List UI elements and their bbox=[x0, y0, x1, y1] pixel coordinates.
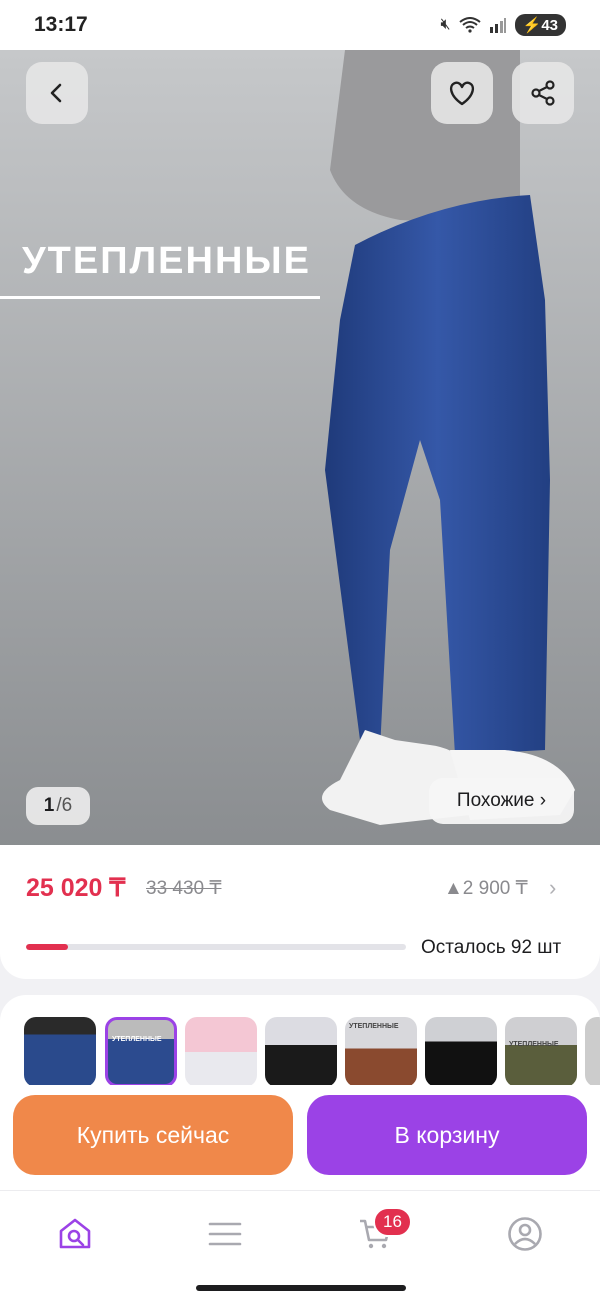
thumbnail[interactable] bbox=[425, 1017, 497, 1087]
buy-now-button[interactable]: Купить сейчас bbox=[13, 1095, 293, 1175]
chevron-left-icon bbox=[50, 83, 62, 103]
home-indicator bbox=[196, 1285, 406, 1291]
status-time: 13:17 bbox=[34, 13, 88, 36]
status-icons: 🔇︎ ⚡43 bbox=[441, 14, 566, 36]
status-bar: 13:17 🔇︎ ⚡43 bbox=[0, 0, 600, 50]
favorite-button[interactable] bbox=[431, 62, 493, 124]
tab-catalog[interactable] bbox=[195, 1209, 255, 1259]
tab-profile[interactable] bbox=[495, 1209, 555, 1259]
thumbnail[interactable] bbox=[265, 1017, 337, 1087]
mute-icon: 🔇︎ bbox=[440, 16, 451, 33]
battery-indicator: ⚡43 bbox=[514, 14, 566, 36]
share-button[interactable] bbox=[512, 62, 574, 124]
stock-remaining: Осталось 92 шт bbox=[421, 937, 562, 958]
tab-home[interactable] bbox=[45, 1209, 105, 1259]
image-total: /6 bbox=[56, 795, 73, 816]
promo-banner-text: УТЕПЛЕННЫЕ bbox=[22, 240, 311, 282]
thumbnail[interactable]: УТЕПЛЕННЫЕ bbox=[505, 1017, 577, 1087]
thumbnail-text: УТЕПЛЕННЫЕ bbox=[112, 1036, 162, 1043]
battery-level: 43 bbox=[541, 17, 558, 34]
thumbnail-selected[interactable]: УТЕПЛЕННЫЕ bbox=[105, 1017, 177, 1087]
wifi-icon bbox=[459, 17, 481, 33]
stock-progress-bar bbox=[26, 944, 406, 950]
purchase-actions: Купить сейчас В корзину bbox=[0, 1085, 600, 1190]
product-photo bbox=[322, 50, 575, 825]
old-price: 33 430 ₸ bbox=[146, 878, 222, 899]
image-counter: 1/6 bbox=[26, 787, 90, 825]
thumbnail[interactable] bbox=[585, 1017, 600, 1087]
bottom-tab-bar: 16 bbox=[0, 1190, 600, 1299]
thumbnail[interactable]: УТЕПЛЕННЫЕ bbox=[345, 1017, 417, 1087]
share-icon bbox=[531, 80, 555, 106]
back-button[interactable] bbox=[26, 62, 88, 124]
price-card: 25 020 ₸ 33 430 ₸ ▲2 900 ₸ › Осталось 92… bbox=[0, 845, 600, 979]
heart-icon bbox=[449, 81, 475, 106]
cart-count-badge: 16 bbox=[373, 1207, 412, 1237]
thumbnail-text: УТЕПЛЕННЫЕ bbox=[509, 1041, 559, 1048]
bonus-amount[interactable]: ▲2 900 ₸ bbox=[444, 877, 528, 900]
thumbnail[interactable] bbox=[24, 1017, 96, 1087]
product-gallery[interactable]: УТЕПЛЕННЫЕ 1/6 Похожие › bbox=[0, 50, 600, 850]
similar-products-button[interactable]: Похожие › bbox=[429, 778, 574, 824]
chevron-right-icon[interactable]: › bbox=[549, 875, 556, 901]
banner-underline bbox=[0, 296, 320, 299]
stock-progress-fill bbox=[26, 944, 68, 950]
profile-icon bbox=[508, 1217, 542, 1251]
home-search-icon bbox=[59, 1218, 91, 1249]
thumbnail-text: УТЕПЛЕННЫЕ bbox=[349, 1023, 399, 1030]
current-price: 25 020 ₸ bbox=[26, 874, 126, 902]
image-index: 1 bbox=[43, 795, 55, 816]
thumbnail[interactable] bbox=[185, 1017, 257, 1087]
add-to-cart-button[interactable]: В корзину bbox=[307, 1095, 587, 1175]
menu-icon bbox=[208, 1222, 242, 1246]
signal-icon bbox=[489, 18, 506, 33]
